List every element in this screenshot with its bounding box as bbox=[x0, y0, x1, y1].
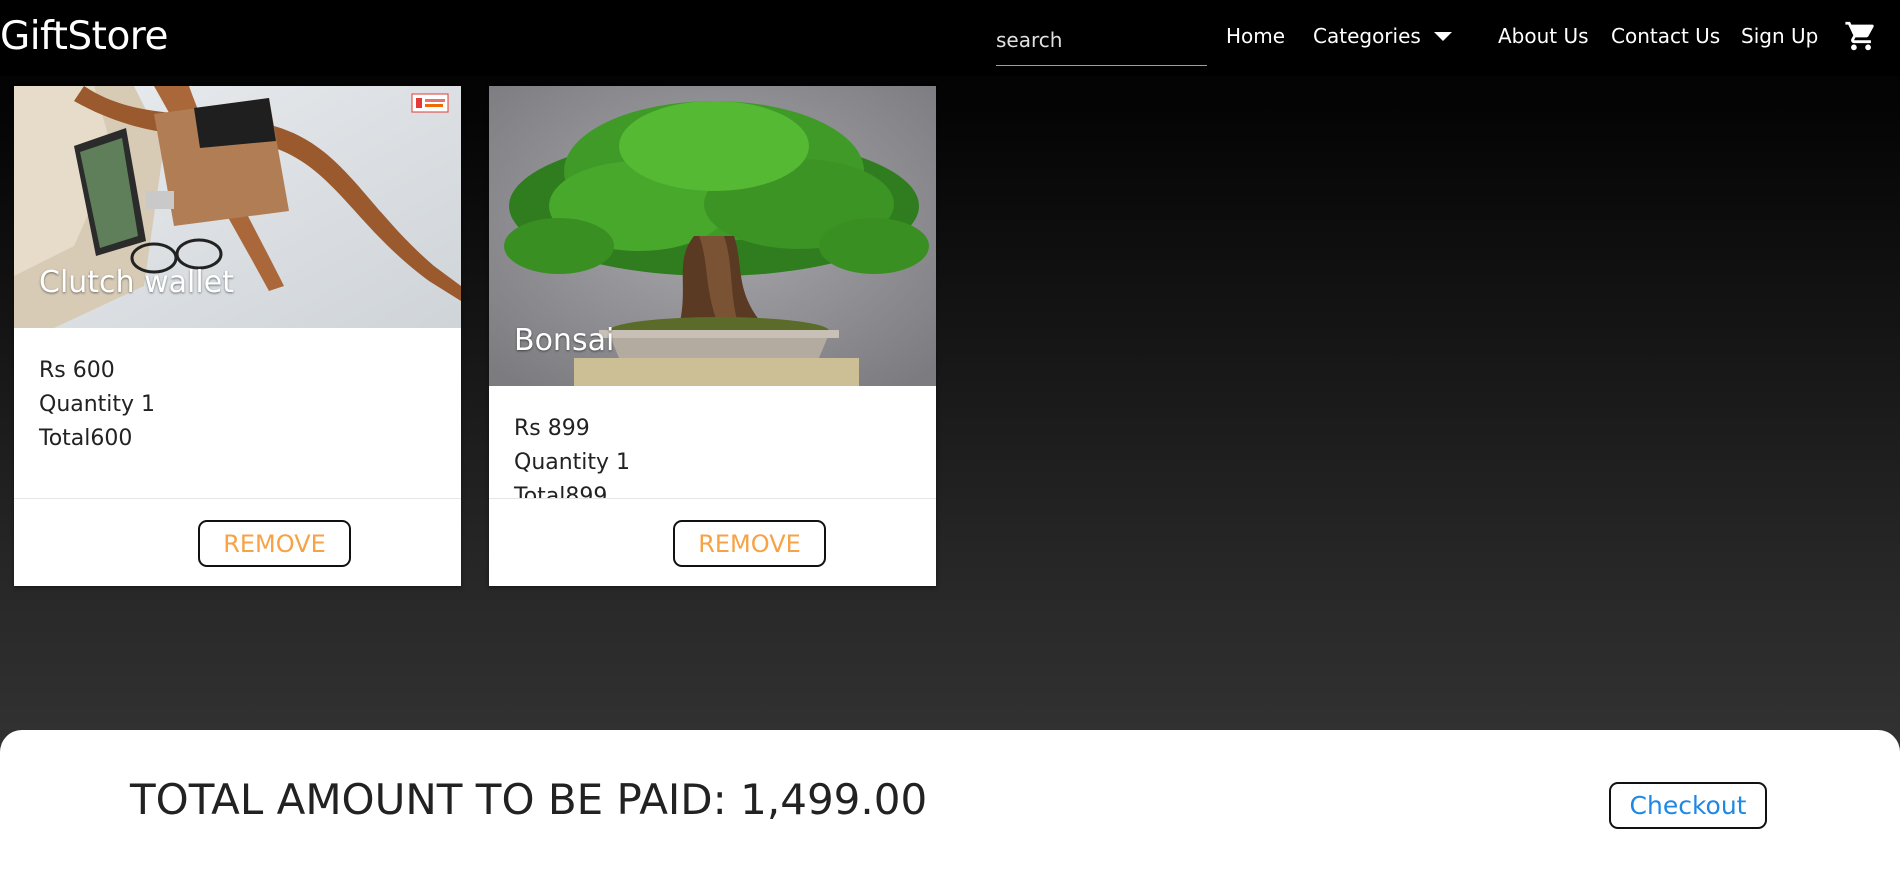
card-content: Rs 600 Quantity 1 Total600 bbox=[14, 328, 461, 456]
product-image-clutch-wallet: Clutch wallet bbox=[14, 86, 461, 328]
navbar: GiftStore Home Categories About Us Conta… bbox=[0, 0, 1900, 76]
shopping-cart-icon[interactable] bbox=[1844, 19, 1878, 53]
item-quantity: Quantity 1 bbox=[39, 392, 156, 417]
search-input[interactable] bbox=[996, 14, 1207, 65]
cart-item-card: Bonsai Rs 899 Quantity 1 Total899 REMOVE bbox=[489, 86, 936, 586]
item-quantity: Quantity 1 bbox=[514, 450, 631, 475]
item-total: Total899 bbox=[514, 484, 608, 498]
brand-logo[interactable]: GiftStore bbox=[0, 14, 168, 59]
card-action: REMOVE bbox=[489, 498, 936, 586]
nav-link-about[interactable]: About Us bbox=[1498, 24, 1589, 48]
card-title: Bonsai bbox=[514, 323, 615, 358]
checkout-summary: TOTAL AMOUNT TO BE PAID: 1,499.00 Checko… bbox=[0, 730, 1900, 871]
nav-link-home[interactable]: Home bbox=[1226, 24, 1285, 48]
remove-button[interactable]: REMOVE bbox=[673, 520, 826, 567]
item-price: Rs 899 bbox=[514, 416, 590, 441]
caret-down-icon[interactable] bbox=[1434, 32, 1452, 41]
nav-link-contact[interactable]: Contact Us bbox=[1611, 24, 1720, 48]
cart-item-card: Clutch wallet Rs 600 Quantity 1 Total600… bbox=[14, 86, 461, 586]
remove-button[interactable]: REMOVE bbox=[198, 520, 351, 567]
nav-link-categories[interactable]: Categories bbox=[1313, 24, 1421, 48]
card-title: Clutch wallet bbox=[39, 265, 234, 300]
checkout-button[interactable]: Checkout bbox=[1609, 782, 1767, 829]
item-price: Rs 600 bbox=[39, 358, 115, 383]
search-box bbox=[996, 14, 1207, 66]
card-action: REMOVE bbox=[14, 498, 461, 586]
item-total: Total600 bbox=[39, 426, 133, 451]
card-content: Rs 899 Quantity 1 Total899 bbox=[489, 386, 936, 498]
nav-link-signup[interactable]: Sign Up bbox=[1741, 24, 1818, 48]
product-image-bonsai: Bonsai bbox=[489, 86, 936, 386]
total-amount: TOTAL AMOUNT TO BE PAID: 1,499.00 bbox=[130, 775, 928, 824]
